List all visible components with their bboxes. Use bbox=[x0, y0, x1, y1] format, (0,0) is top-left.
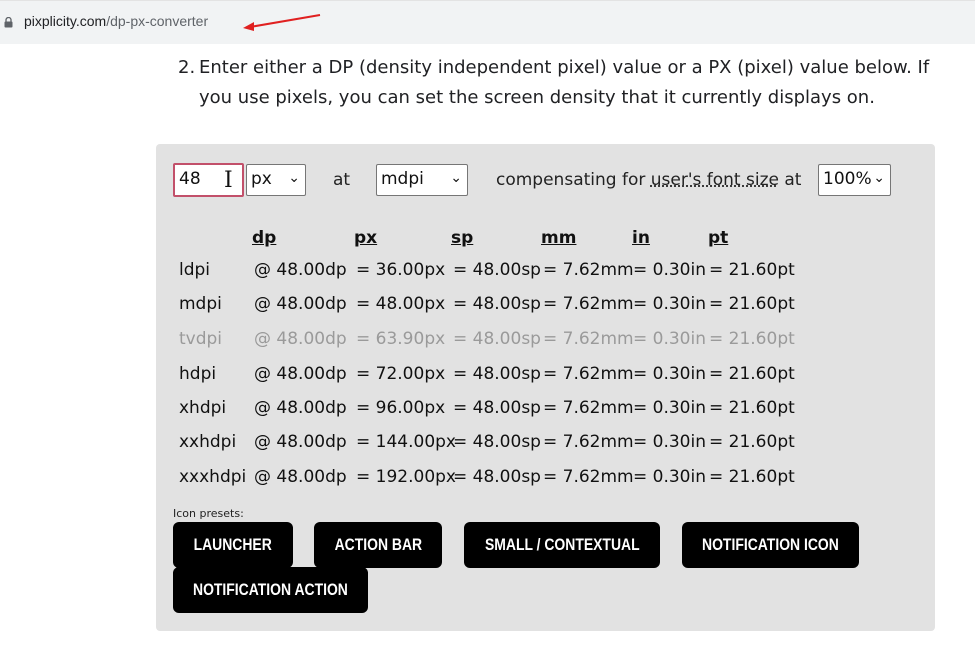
action-bar-preset-button[interactable]: ACTION BAR bbox=[314, 522, 442, 568]
icon-presets-label: Icon presets: bbox=[173, 507, 244, 520]
small-contextual-preset-button[interactable]: SMALL / CONTEXTUAL bbox=[464, 522, 660, 568]
cell-in: = 0.30in bbox=[633, 329, 706, 349]
cell-in: = 0.30in bbox=[633, 467, 706, 487]
cell-dp: @ 48.00dp bbox=[254, 432, 347, 452]
cell-mm: = 7.62mm bbox=[543, 260, 634, 280]
url-text[interactable]: pixplicity.com/dp-px-converter bbox=[24, 13, 208, 29]
compensating-label: compensating for user's font size at bbox=[496, 170, 801, 190]
chevron-down-icon: ⌄ bbox=[873, 170, 885, 186]
unit-select-value: px bbox=[251, 169, 272, 189]
cell-sp: = 48.00sp bbox=[453, 432, 541, 452]
cell-dp: @ 48.00dp bbox=[254, 260, 347, 280]
text-cursor-icon: I bbox=[224, 168, 233, 193]
value-input[interactable]: 48 bbox=[173, 163, 244, 197]
button-label: ACTION BAR bbox=[334, 535, 422, 554]
cell-pt: = 21.60pt bbox=[709, 260, 795, 280]
instruction-paragraph: 2. Enter either a DP (density independen… bbox=[178, 53, 948, 113]
cell-px: = 72.00px bbox=[356, 364, 446, 384]
cell-sp: = 48.00sp bbox=[453, 294, 541, 314]
cell-dp: @ 48.00dp bbox=[254, 398, 347, 418]
column-header-sp: sp bbox=[451, 228, 474, 248]
cell-px: = 144.00px bbox=[356, 432, 456, 452]
cell-density: mdpi bbox=[179, 294, 222, 314]
column-header-dp: dp bbox=[252, 228, 277, 248]
cell-density: xxxhdpi bbox=[179, 467, 247, 487]
table-row: tvdpi @ 48.00dp = 63.90px = 48.00sp = 7.… bbox=[156, 329, 935, 359]
url-host: pixplicity.com bbox=[24, 13, 107, 29]
cell-pt: = 21.60pt bbox=[709, 398, 795, 418]
launcher-preset-button[interactable]: LAUNCHER bbox=[173, 522, 293, 568]
cell-sp: = 48.00sp bbox=[453, 260, 541, 280]
cell-pt: = 21.60pt bbox=[709, 329, 795, 349]
cell-sp: = 48.00sp bbox=[453, 329, 541, 349]
font-scale-select-value: 100% bbox=[823, 169, 872, 189]
button-label: LAUNCHER bbox=[193, 535, 273, 554]
cell-in: = 0.30in bbox=[633, 294, 706, 314]
annotation-arrow-icon bbox=[243, 14, 321, 31]
cell-pt: = 21.60pt bbox=[709, 467, 795, 487]
table-row: ldpi @ 48.00dp = 36.00px = 48.00sp = 7.6… bbox=[156, 260, 935, 290]
cell-px: = 48.00px bbox=[356, 294, 446, 314]
address-bar[interactable]: pixplicity.com/dp-px-converter bbox=[0, 0, 975, 44]
column-header-in: in bbox=[632, 228, 650, 248]
cell-sp: = 48.00sp bbox=[453, 467, 541, 487]
button-label: SMALL / CONTEXTUAL bbox=[484, 535, 640, 554]
font-size-link[interactable]: user's font size bbox=[651, 170, 779, 190]
chevron-down-icon: ⌄ bbox=[450, 170, 462, 186]
converter-panel: 48 I px ⌄ at mdpi ⌄ compensating for use… bbox=[156, 144, 935, 631]
density-select-value: mdpi bbox=[381, 169, 424, 189]
table-row: xxhdpi @ 48.00dp = 144.00px = 48.00sp = … bbox=[156, 432, 935, 462]
cell-sp: = 48.00sp bbox=[453, 364, 541, 384]
cell-density: hdpi bbox=[179, 364, 217, 384]
lock-icon bbox=[4, 17, 13, 28]
button-label: NOTIFICATION ICON bbox=[702, 535, 839, 554]
cell-in: = 0.30in bbox=[633, 364, 706, 384]
cell-mm: = 7.62mm bbox=[543, 432, 634, 452]
notification-action-preset-button[interactable]: NOTIFICATION ACTION bbox=[173, 567, 368, 613]
at-label: at bbox=[333, 170, 351, 190]
column-header-pt: pt bbox=[708, 228, 729, 248]
cell-in: = 0.30in bbox=[633, 432, 706, 452]
cell-mm: = 7.62mm bbox=[543, 467, 634, 487]
cell-dp: @ 48.00dp bbox=[254, 467, 347, 487]
cell-pt: = 21.60pt bbox=[709, 294, 795, 314]
table-row: hdpi @ 48.00dp = 72.00px = 48.00sp = 7.6… bbox=[156, 364, 935, 394]
cell-mm: = 7.62mm bbox=[543, 364, 634, 384]
cell-density: xhdpi bbox=[179, 398, 227, 418]
chevron-down-icon: ⌄ bbox=[288, 170, 300, 186]
cell-in: = 0.30in bbox=[633, 398, 706, 418]
column-header-px: px bbox=[354, 228, 378, 248]
cell-density: xxhdpi bbox=[179, 432, 237, 452]
table-row: mdpi @ 48.00dp = 48.00px = 48.00sp = 7.6… bbox=[156, 294, 935, 324]
cell-dp: @ 48.00dp bbox=[254, 364, 347, 384]
column-header-mm: mm bbox=[541, 228, 577, 248]
button-label: NOTIFICATION ACTION bbox=[193, 580, 348, 599]
cell-px: = 36.00px bbox=[356, 260, 446, 280]
table-row: xxxhdpi @ 48.00dp = 192.00px = 48.00sp =… bbox=[156, 467, 935, 497]
cell-px: = 192.00px bbox=[356, 467, 456, 487]
cell-pt: = 21.60pt bbox=[709, 432, 795, 452]
cell-mm: = 7.62mm bbox=[543, 329, 634, 349]
density-select[interactable]: mdpi ⌄ bbox=[376, 164, 468, 196]
instruction-text: Enter either a DP (density independent p… bbox=[199, 57, 930, 108]
cell-px: = 63.90px bbox=[356, 329, 446, 349]
cell-mm: = 7.62mm bbox=[543, 294, 634, 314]
cell-px: = 96.00px bbox=[356, 398, 446, 418]
instruction-number: 2. bbox=[178, 57, 196, 78]
url-path: /dp-px-converter bbox=[106, 13, 209, 29]
cell-in: = 0.30in bbox=[633, 260, 706, 280]
unit-select[interactable]: px ⌄ bbox=[246, 164, 306, 196]
at-label-2: at bbox=[784, 170, 802, 190]
notification-icon-preset-button[interactable]: NOTIFICATION ICON bbox=[682, 522, 859, 568]
cell-density: tvdpi bbox=[179, 329, 223, 349]
cell-dp: @ 48.00dp bbox=[254, 329, 347, 349]
cell-dp: @ 48.00dp bbox=[254, 294, 347, 314]
cell-sp: = 48.00sp bbox=[453, 398, 541, 418]
cell-density: ldpi bbox=[179, 260, 211, 280]
font-scale-select[interactable]: 100% ⌄ bbox=[818, 164, 891, 196]
cell-mm: = 7.62mm bbox=[543, 398, 634, 418]
cell-pt: = 21.60pt bbox=[709, 364, 795, 384]
table-row: xhdpi @ 48.00dp = 96.00px = 48.00sp = 7.… bbox=[156, 398, 935, 428]
compensating-text: compensating for bbox=[496, 170, 646, 190]
